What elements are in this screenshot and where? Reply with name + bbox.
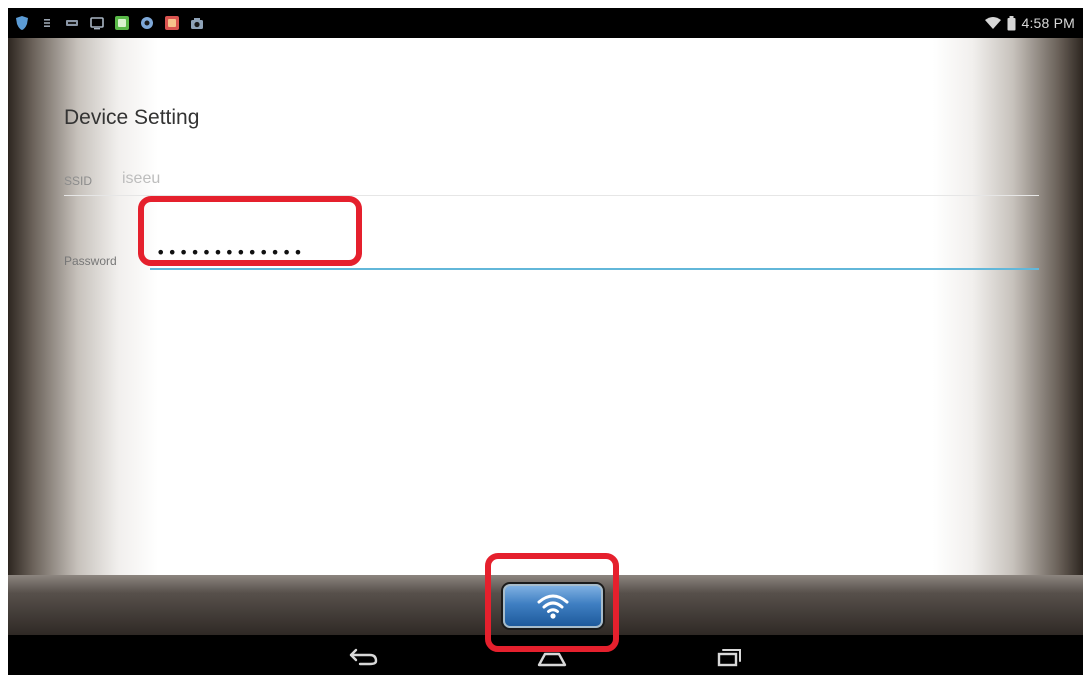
clock: 4:58 PM — [1021, 15, 1075, 31]
wifi-icon — [537, 594, 569, 619]
status-indicators: 4:58 PM — [984, 15, 1075, 31]
monitor-icon — [90, 17, 104, 30]
page-title: Device Setting — [64, 106, 200, 129]
status-bar: 4:58 PM — [8, 8, 1083, 38]
password-label: Password — [64, 254, 117, 268]
shield-icon — [16, 16, 28, 30]
wifi-button[interactable] — [503, 584, 603, 628]
ssid-label: SSID — [64, 174, 93, 188]
navigation-bar — [8, 635, 1083, 675]
green-app-icon — [115, 16, 129, 30]
ssid-value: iseeu — [122, 170, 161, 187]
tablet-screen: 4:58 PM Device Setting SSID iseeu Passwo… — [8, 8, 1083, 675]
recent-apps-button[interactable] — [713, 641, 747, 669]
back-icon — [349, 648, 378, 666]
red-app-icon — [165, 16, 179, 30]
action-bar — [8, 575, 1083, 635]
wifi-signal-icon — [985, 17, 1002, 29]
back-button[interactable] — [346, 641, 382, 669]
ssid-row: SSID iseeu — [64, 158, 1039, 196]
menu-lines-icon — [44, 19, 50, 27]
recent-apps-icon — [717, 649, 741, 667]
password-row: Password — [64, 222, 1039, 272]
news-icon — [66, 20, 78, 26]
notification-icons — [14, 15, 205, 31]
device-setting-screen: Device Setting SSID iseeu Password — [8, 38, 1083, 575]
settings-icon — [141, 17, 153, 29]
password-input[interactable] — [150, 236, 1039, 270]
battery-icon — [1007, 15, 1016, 30]
home-icon — [537, 652, 567, 667]
camera-icon — [191, 18, 203, 29]
home-button[interactable] — [532, 641, 572, 669]
